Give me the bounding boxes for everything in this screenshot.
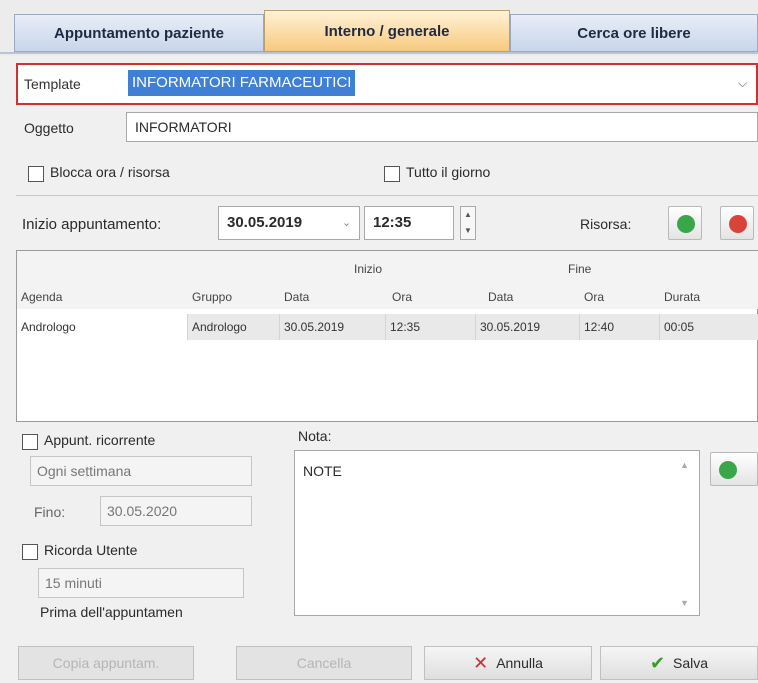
save-button[interactable]: ✔ Salva	[600, 646, 758, 680]
blocca-label: Blocca ora / risorsa	[50, 164, 170, 180]
tab-divider	[0, 52, 758, 54]
check-icon: ✔	[649, 652, 666, 673]
column-header[interactable]: Ora	[392, 290, 412, 304]
tutto-giorno-label: Tutto il giorno	[406, 164, 491, 180]
button-label: Annulla	[496, 655, 543, 671]
inizio-label: Inizio appuntamento:	[22, 216, 162, 233]
risorsa-label: Risorsa:	[580, 216, 632, 232]
button-label: Salva	[673, 655, 709, 671]
ricorrente-checkbox[interactable]	[22, 434, 38, 450]
ricorrente-label: Appunt. ricorrente	[44, 432, 156, 448]
table-cell: 30.05.2019	[279, 314, 385, 340]
column-header[interactable]: Durata	[664, 290, 700, 304]
fino-date-input[interactable]: 30.05.2020	[100, 496, 252, 526]
cancel-button[interactable]: ✕ Annulla	[424, 646, 592, 680]
start-date-input[interactable]: 30.05.2019	[218, 206, 360, 240]
nota-label: Nota:	[298, 428, 332, 444]
frequency-select[interactable]: Ogni settimana	[30, 456, 252, 486]
table-cell: 30.05.2019	[475, 314, 579, 340]
start-time-input[interactable]: 12:35	[364, 206, 454, 240]
table-row[interactable]: Andrologo Andrologo 30.05.2019 12:35 30.…	[17, 314, 758, 340]
tutto-giorno-checkbox[interactable]	[384, 166, 400, 182]
scroll-down-icon[interactable]: ▼	[680, 598, 689, 608]
scroll-up-icon[interactable]: ▲	[680, 460, 689, 470]
add-note-button[interactable]	[710, 452, 758, 486]
add-resource-button[interactable]	[668, 206, 702, 240]
delete-button[interactable]: Cancella	[236, 646, 412, 680]
column-header[interactable]: Ora	[584, 290, 604, 304]
ricorda-label: Ricorda Utente	[44, 542, 138, 558]
tab-interno-generale[interactable]: Interno / generale	[264, 10, 510, 52]
table-cell: Andrologo	[17, 314, 187, 340]
reminder-interval-select[interactable]: 15 minuti	[38, 568, 244, 598]
template-value[interactable]: INFORMATORI FARMACEUTICI	[128, 70, 356, 96]
oggetto-input[interactable]: INFORMATORI	[126, 112, 758, 142]
tab-label: Cerca ore libere	[577, 24, 691, 42]
tab-cerca-ore-libere[interactable]: Cerca ore libere	[510, 14, 758, 52]
close-icon: ✕	[473, 652, 489, 673]
column-header[interactable]: Agenda	[21, 290, 62, 304]
add-green-icon	[677, 215, 695, 233]
chevron-down-icon[interactable]: ⌵	[738, 76, 747, 91]
prima-label: Prima dell'appuntamen	[40, 604, 183, 620]
group-header-inizio: Inizio	[354, 262, 383, 276]
button-label: Copia appuntam.	[52, 655, 160, 671]
copy-appointment-button[interactable]: Copia appuntam.	[18, 646, 194, 680]
add-green-icon	[719, 461, 737, 479]
fino-label: Fino:	[34, 504, 66, 520]
column-header[interactable]: Data	[488, 290, 513, 304]
remove-resource-button[interactable]	[720, 206, 754, 240]
table-header	[17, 251, 758, 309]
group-header-fine: Fine	[568, 262, 592, 276]
table-cell: 00:05	[659, 314, 758, 340]
nota-textarea[interactable]: NOTE	[294, 450, 700, 616]
ricorda-checkbox[interactable]	[22, 544, 38, 560]
column-header[interactable]: Gruppo	[192, 290, 232, 304]
tab-label: Appuntamento paziente	[53, 24, 224, 42]
button-label: Cancella	[296, 655, 352, 671]
table-cell: Andrologo	[187, 314, 279, 340]
template-label: Template	[24, 76, 81, 92]
table-cell: 12:40	[579, 314, 659, 340]
tab-label: Interno / generale	[324, 22, 450, 40]
tab-appuntamento-paziente[interactable]: Appuntamento paziente	[14, 14, 264, 52]
oggetto-label: Oggetto	[24, 120, 74, 136]
remove-red-icon	[729, 215, 747, 233]
time-spinner[interactable]: ▲ ▼	[460, 206, 476, 240]
column-header[interactable]: Data	[284, 290, 309, 304]
blocca-checkbox[interactable]	[28, 166, 44, 182]
chevron-down-icon[interactable]: ⌄	[342, 216, 351, 229]
divider	[16, 195, 758, 196]
table-cell: 12:35	[385, 314, 475, 340]
